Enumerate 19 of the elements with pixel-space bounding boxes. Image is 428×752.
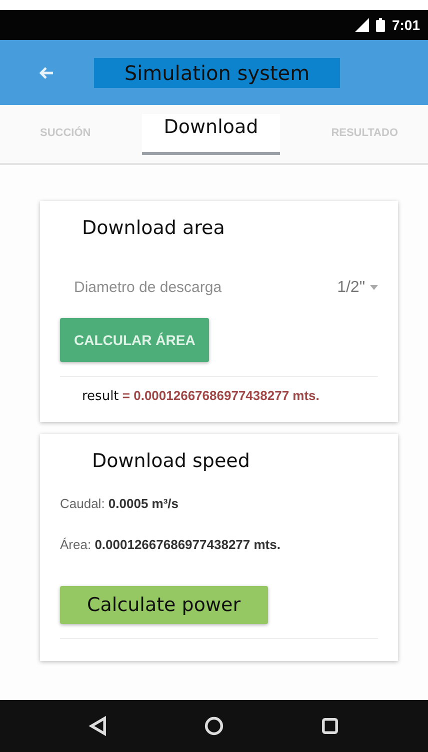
result-value: = 0.00012667686977438277 mts. bbox=[122, 388, 320, 403]
result-label: result bbox=[81, 389, 119, 404]
signal-icon bbox=[354, 18, 369, 32]
calculate-area-button[interactable]: CALCULAR ÁREA bbox=[60, 318, 210, 362]
info-line: Área: 0.00012667686977438277 mts. bbox=[60, 537, 282, 552]
back-icon[interactable] bbox=[87, 715, 109, 737]
battery-icon bbox=[376, 18, 385, 32]
card-title: Download area bbox=[81, 217, 226, 239]
caret-icon bbox=[370, 285, 378, 290]
info-line: Caudal: 0.0005 m³/s bbox=[60, 496, 180, 512]
tab[interactable]: Download bbox=[142, 114, 280, 154]
back-arrow-icon[interactable] bbox=[38, 64, 54, 80]
recents-icon[interactable] bbox=[319, 715, 341, 737]
status-time: 7:01 bbox=[392, 17, 420, 33]
calculate-power-button[interactable]: Calculate power bbox=[60, 586, 268, 624]
card-title: Download speed bbox=[91, 450, 251, 472]
diameter-dropdown[interactable]: 1/2" bbox=[337, 278, 378, 296]
app-title: Simulation system bbox=[94, 58, 340, 88]
home-icon[interactable] bbox=[203, 715, 225, 737]
